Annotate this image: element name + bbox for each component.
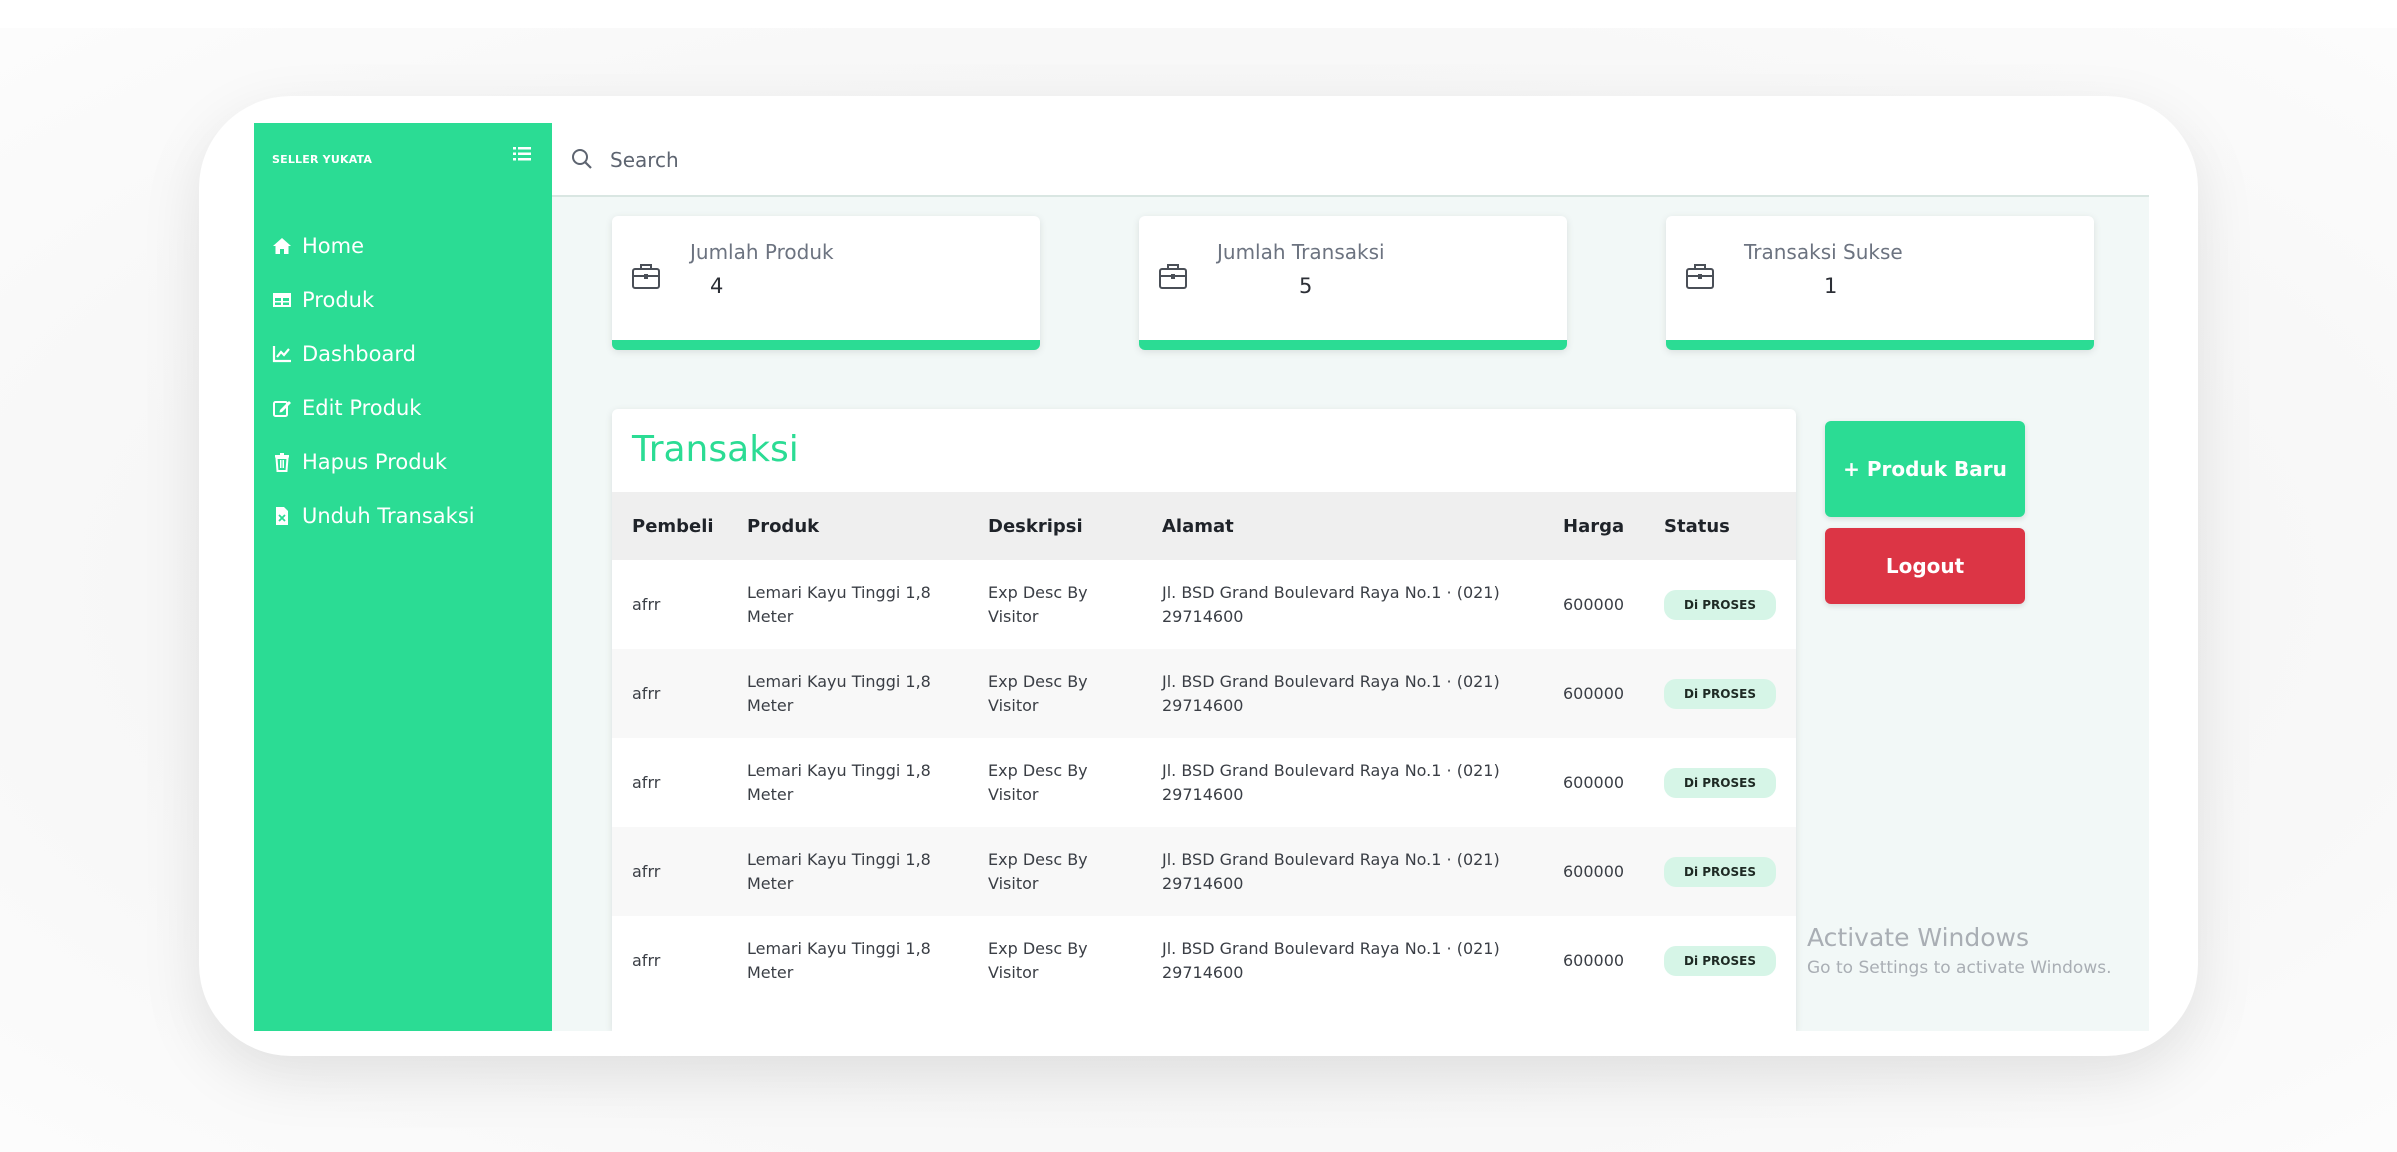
- transactions-panel: Transaksi Pembeli Produk Deskripsi Alama…: [612, 409, 1796, 1031]
- stat-card-transaksi-sukses: Transaksi Sukse 1: [1666, 216, 2094, 350]
- cell-harga: 600000: [1563, 683, 1625, 703]
- stat-card-jumlah-produk: Jumlah Produk 4: [612, 216, 1040, 350]
- sidebar-item-edit-produk[interactable]: Edit Produk: [272, 381, 475, 435]
- status-badge: Di PROSES: [1664, 589, 1776, 620]
- cell-produk: Lemari Kayu Tinggi 1,8 Meter: [747, 849, 931, 893]
- logout-button[interactable]: Logout: [1825, 528, 2025, 604]
- cell-deskripsi: Exp Desc By Visitor: [988, 760, 1088, 804]
- briefcase-icon: [1159, 264, 1187, 289]
- cell-harga: 600000: [1563, 772, 1625, 792]
- sidebar-item-label: Produk: [302, 288, 375, 312]
- file-download-icon: [276, 507, 288, 525]
- watermark-title: Activate Windows: [1807, 923, 2029, 952]
- windows-activation-watermark: Activate Windows Go to Settings to activ…: [1807, 923, 2112, 978]
- sidebar-item-label: Hapus Produk: [302, 450, 448, 474]
- panel-title: Transaksi: [632, 429, 799, 470]
- stat-label: Jumlah Produk: [690, 240, 834, 264]
- edit-icon: [273, 401, 291, 417]
- table-row: afrr Lemari Kayu Tinggi 1,8 Meter Exp De…: [612, 738, 1796, 827]
- cell-pembeli: afrr: [632, 861, 661, 881]
- cell-produk: Lemari Kayu Tinggi 1,8 Meter: [747, 760, 931, 804]
- stat-card-jumlah-transaksi: Jumlah Transaksi 5: [1139, 216, 1567, 350]
- table-row: afrr Lemari Kayu Tinggi 1,8 Meter Exp De…: [612, 827, 1796, 916]
- cell-harga: 600000: [1563, 594, 1625, 614]
- cell-produk: Lemari Kayu Tinggi 1,8 Meter: [747, 671, 931, 715]
- cell-alamat: Jl. BSD Grand Boulevard Raya No.1 · (021…: [1162, 671, 1500, 715]
- cell-produk: Lemari Kayu Tinggi 1,8 Meter: [747, 582, 931, 626]
- column-header-alamat: Alamat: [1162, 515, 1234, 537]
- table-row: afrr Lemari Kayu Tinggi 1,8 Meter Exp De…: [612, 560, 1796, 649]
- stat-value: 4: [710, 274, 724, 298]
- column-header-produk: Produk: [747, 515, 820, 537]
- cell-deskripsi: Exp Desc By Visitor: [988, 938, 1088, 982]
- cell-status: Di PROSES: [1644, 916, 1796, 1005]
- cell-deskripsi: Exp Desc By Visitor: [988, 849, 1088, 893]
- sidebar-item-label: Home: [302, 234, 365, 258]
- table-header-row: Pembeli Produk Deskripsi Alamat Harga St…: [612, 492, 1796, 560]
- home-icon: [273, 238, 291, 254]
- sidebar-item-dashboard[interactable]: Dashboard: [272, 327, 475, 381]
- sidebar-nav: Home Produk Dashboard Edit Produk Hapus …: [272, 219, 475, 543]
- chart-line-icon: [272, 346, 291, 363]
- column-header-harga: Harga: [1563, 515, 1625, 537]
- cell-alamat: Jl. BSD Grand Boulevard Raya No.1 · (021…: [1162, 760, 1500, 804]
- table-row: afrr Lemari Kayu Tinggi 1,8 Meter Exp De…: [612, 649, 1796, 738]
- table-row: afrr Lemari Kayu Tinggi 1,8 Meter Exp De…: [612, 916, 1796, 1005]
- trash-icon: [275, 453, 289, 472]
- cell-alamat: Jl. BSD Grand Boulevard Raya No.1 · (021…: [1162, 938, 1500, 982]
- sidebar-item-label: Unduh Transaksi: [302, 504, 475, 528]
- cell-alamat: Jl. BSD Grand Boulevard Raya No.1 · (021…: [1162, 849, 1500, 893]
- status-badge: Di PROSES: [1664, 856, 1776, 887]
- cell-harga: 600000: [1563, 861, 1625, 881]
- cell-pembeli: afrr: [632, 950, 661, 970]
- briefcase-icon: [632, 264, 660, 289]
- stat-value: 1: [1824, 274, 1838, 298]
- new-product-button[interactable]: + Produk Baru: [1825, 421, 2025, 517]
- status-badge: Di PROSES: [1664, 678, 1776, 709]
- cell-alamat: Jl. BSD Grand Boulevard Raya No.1 · (021…: [1162, 582, 1500, 626]
- stat-label: Transaksi Sukse: [1744, 240, 1903, 264]
- transactions-table: Pembeli Produk Deskripsi Alamat Harga St…: [612, 492, 1796, 1005]
- briefcase-icon: [1686, 264, 1714, 289]
- cell-produk: Lemari Kayu Tinggi 1,8 Meter: [747, 938, 931, 982]
- stat-value: 5: [1299, 274, 1313, 298]
- sidebar-item-label: Edit Produk: [302, 396, 422, 420]
- cell-status: Di PROSES: [1644, 560, 1796, 649]
- sidebar-item-home[interactable]: Home: [272, 219, 475, 273]
- cell-pembeli: afrr: [632, 683, 661, 703]
- cell-status: Di PROSES: [1644, 738, 1796, 827]
- watermark-subtitle: Go to Settings to activate Windows.: [1807, 958, 2112, 978]
- column-header-pembeli: Pembeli: [632, 515, 714, 537]
- sidebar-item-unduh-transaksi[interactable]: Unduh Transaksi: [272, 489, 475, 543]
- cell-status: Di PROSES: [1644, 649, 1796, 738]
- table-icon: [273, 293, 291, 307]
- sidebar-item-produk[interactable]: Produk: [272, 273, 475, 327]
- cell-status: Di PROSES: [1644, 827, 1796, 916]
- topbar: [552, 123, 2149, 197]
- list-toggle-icon[interactable]: [512, 144, 532, 164]
- sidebar-item-label: Dashboard: [302, 342, 416, 366]
- sidebar-item-hapus-produk[interactable]: Hapus Produk: [272, 435, 475, 489]
- cell-deskripsi: Exp Desc By Visitor: [988, 671, 1088, 715]
- column-header-deskripsi: Deskripsi: [988, 515, 1083, 537]
- device-frame: SELLER YUKATA Home Produk Dashboard Edit…: [199, 96, 2198, 1056]
- status-badge: Di PROSES: [1664, 767, 1776, 798]
- search-input[interactable]: [610, 141, 1310, 179]
- sidebar: SELLER YUKATA Home Produk Dashboard Edit…: [254, 123, 552, 1031]
- cell-deskripsi: Exp Desc By Visitor: [988, 582, 1088, 626]
- brand-name: SELLER YUKATA: [272, 153, 373, 166]
- stat-label: Jumlah Transaksi: [1217, 240, 1385, 264]
- status-badge: Di PROSES: [1664, 945, 1776, 976]
- search-icon: [572, 149, 592, 169]
- column-header-status: Status: [1664, 515, 1730, 537]
- app-screen: SELLER YUKATA Home Produk Dashboard Edit…: [254, 123, 2149, 1031]
- cell-harga: 600000: [1563, 950, 1625, 970]
- cell-pembeli: afrr: [632, 772, 661, 792]
- cell-pembeli: afrr: [632, 594, 661, 614]
